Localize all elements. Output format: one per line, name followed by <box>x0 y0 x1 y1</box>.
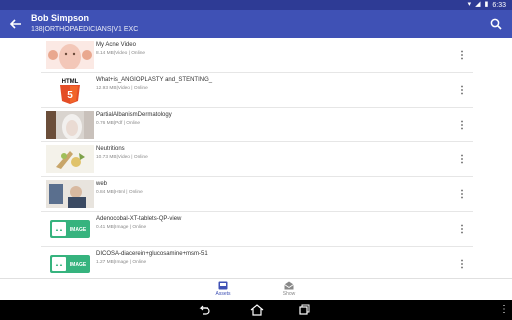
mail-open-icon <box>284 281 294 290</box>
asset-thumbnail: HTML 5 <box>46 75 94 104</box>
more-vert-icon[interactable]: ⋮ <box>457 84 467 98</box>
asset-title: My Acne Video <box>96 42 136 48</box>
back-nav-icon[interactable] <box>198 304 210 316</box>
asset-title: web <box>96 181 108 188</box>
asset-title: Adenocobal-XT-tablets-QP-view <box>96 215 182 222</box>
asset-meta: 10.73 MB|Video | Online <box>96 155 148 161</box>
asset-title: DICOSA-diacerein+glucosamine+msm-51 <box>96 250 208 257</box>
more-vert-icon[interactable]: ⋮ <box>457 49 467 63</box>
list-item[interactable]: HTML 5 What+is_ANGIOPLASTY and_STENTING_ 12… <box>41 73 473 108</box>
battery-icon: ▮ <box>484 1 489 8</box>
tab-assets-label: Assets <box>215 291 231 297</box>
tab-show[interactable]: Show <box>259 281 319 297</box>
recents-nav-icon[interactable] <box>298 304 310 316</box>
asset-meta: 12.93 MB|Video | Online <box>96 85 148 91</box>
svg-text:5: 5 <box>67 90 73 101</box>
list-item[interactable]: Neutritions 10.73 MB|Video | Online ⋮ <box>41 142 473 178</box>
system-nav-bar: ⋮ <box>0 300 512 320</box>
signal-icon: ◢ <box>475 1 481 8</box>
inbox-icon <box>218 281 228 290</box>
more-vert-icon[interactable]: ⋮ <box>457 119 467 133</box>
wifi-icon: ▾ <box>467 1 472 8</box>
tab-show-label: Show <box>282 291 296 297</box>
app-bar: Bob Simpson 138|ORTHOPAEDICIANS|V1 EXC <box>0 10 512 38</box>
page-title: Bob Simpson <box>31 13 89 23</box>
tab-assets[interactable]: Assets <box>193 281 253 297</box>
list-item[interactable]: ▲▲ IMAGE DICOSA-diacerein+glucosamine+msm-… <box>41 247 473 278</box>
more-vert-icon[interactable]: ⋮ <box>457 258 467 272</box>
list-item[interactable]: web 0.84 MB|Html | Online ⋮ <box>41 177 473 212</box>
assets-list: My Acne Video 8.14 MB|Video | Online ⋮ HTML… <box>41 38 473 278</box>
overflow-nav-icon[interactable]: ⋮ <box>498 304 510 316</box>
asset-thumbnail <box>46 41 94 69</box>
svg-text:▲▲: ▲▲ <box>55 227 63 232</box>
asset-meta: 0.41 MB|Image | Online <box>96 224 147 230</box>
asset-thumbnail: ▲▲ IMAGE <box>46 214 94 243</box>
asset-meta: 8.14 MB|Video | Online <box>96 51 146 56</box>
asset-meta: 0.76 MB|Pdf | Online <box>96 120 141 126</box>
more-vert-icon[interactable]: ⋮ <box>457 223 467 237</box>
asset-thumbnail <box>46 180 94 209</box>
asset-title: PartialAlbanismDermatology <box>96 111 172 118</box>
status-bar: ▾ ◢ ▮ 6:33 <box>0 0 512 10</box>
asset-title: Neutritions <box>96 146 125 153</box>
asset-meta: 0.84 MB|Html | Online <box>96 190 143 196</box>
image-thumb-label: IMAGE <box>70 262 87 268</box>
arrow-back-icon[interactable] <box>9 17 23 31</box>
home-nav-icon[interactable] <box>250 304 264 316</box>
asset-thumbnail: ▲▲ IMAGE <box>46 249 94 278</box>
more-vert-icon[interactable]: ⋮ <box>457 188 467 202</box>
status-time: 6:33 <box>492 1 506 9</box>
asset-meta: 1.27 MB|Image | Online <box>96 259 147 265</box>
svg-text:▲▲: ▲▲ <box>55 262 63 267</box>
search-icon[interactable] <box>489 17 503 31</box>
asset-thumbnail <box>46 110 94 139</box>
page-subtitle: 138|ORTHOPAEDICIANS|V1 EXC <box>31 26 139 33</box>
asset-thumbnail <box>46 145 94 174</box>
list-item[interactable]: My Acne Video 8.14 MB|Video | Online ⋮ <box>41 38 473 73</box>
image-thumb-label: IMAGE <box>70 227 87 233</box>
svg-text:HTML: HTML <box>62 79 79 85</box>
list-item[interactable]: PartialAlbanismDermatology 0.76 MB|Pdf | … <box>41 108 473 143</box>
bottom-nav: Assets Show <box>0 278 512 300</box>
more-vert-icon[interactable]: ⋮ <box>457 153 467 167</box>
asset-title: What+is_ANGIOPLASTY and_STENTING_ <box>96 76 213 83</box>
list-item[interactable]: ▲▲ IMAGE Adenocobal-XT-tablets-QP-view 0.41… <box>41 212 473 247</box>
